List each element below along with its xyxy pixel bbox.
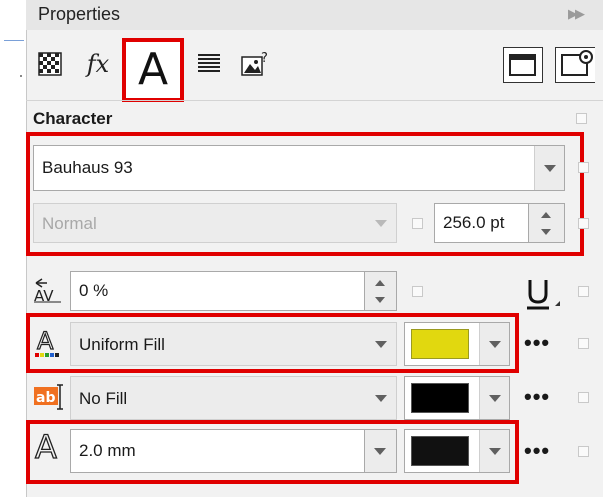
background-fill-dropdown[interactable]: No Fill bbox=[70, 376, 397, 420]
font-size-checkbox[interactable] bbox=[578, 218, 589, 229]
font-size-stepper[interactable] bbox=[529, 203, 565, 243]
docker-title: Properties bbox=[38, 4, 121, 24]
chevron-down-icon[interactable] bbox=[479, 323, 509, 365]
paragraph-lines-icon[interactable] bbox=[190, 40, 228, 88]
tab-character[interactable]: A bbox=[122, 38, 184, 102]
svg-text:A: A bbox=[37, 327, 54, 355]
font-family-value: Bauhaus 93 bbox=[42, 158, 133, 177]
svg-text:?: ? bbox=[261, 51, 268, 66]
image-question-icon[interactable]: ? bbox=[234, 40, 278, 88]
outline-color-picker[interactable] bbox=[404, 429, 510, 473]
fill-more-button[interactable]: ••• bbox=[524, 332, 550, 354]
chevron-down-icon[interactable] bbox=[479, 430, 509, 472]
double-chevron-right-icon[interactable]: ▶▶ bbox=[568, 6, 585, 22]
underline-checkbox[interactable] bbox=[578, 286, 589, 297]
section-heading: Character bbox=[33, 109, 113, 128]
svg-text:AV: AV bbox=[34, 287, 54, 303]
chevron-down-icon[interactable] bbox=[366, 377, 396, 419]
svg-text:A: A bbox=[35, 428, 57, 464]
font-style-dropdown[interactable]: Normal bbox=[33, 203, 397, 243]
window-frame-icon[interactable] bbox=[503, 47, 543, 83]
outline-more-button[interactable]: ••• bbox=[524, 440, 550, 462]
chevron-down-icon[interactable] bbox=[479, 377, 509, 419]
chevron-down-icon[interactable] bbox=[366, 204, 396, 242]
svg-text:ab: ab bbox=[36, 390, 55, 406]
chevron-down-icon[interactable] bbox=[366, 323, 396, 365]
chevron-down-icon[interactable] bbox=[364, 430, 396, 472]
background-fill-value: No Fill bbox=[79, 389, 128, 408]
background-fill-icon: ab bbox=[33, 382, 63, 412]
kerning-value: 0 % bbox=[79, 281, 109, 300]
outline-color-swatch bbox=[411, 436, 469, 466]
font-family-lock-checkbox[interactable] bbox=[578, 162, 589, 173]
texture-icon[interactable] bbox=[30, 40, 70, 88]
fill-type-value: Uniform Fill bbox=[79, 335, 165, 354]
outline-checkbox[interactable] bbox=[578, 446, 589, 457]
font-style-value: Normal bbox=[42, 214, 97, 233]
fx-icon[interactable]: fx bbox=[76, 40, 120, 88]
background-more-button[interactable]: ••• bbox=[524, 386, 550, 408]
text-fill-icon: A bbox=[33, 325, 63, 359]
outline-width-input[interactable]: 2.0 mm bbox=[70, 429, 365, 473]
section-checkbox[interactable] bbox=[576, 113, 587, 124]
background-color-swatch bbox=[411, 383, 469, 413]
background-checkbox[interactable] bbox=[578, 392, 589, 403]
object-styles-icon[interactable] bbox=[555, 47, 595, 83]
outline-width-dropdown[interactable] bbox=[365, 429, 397, 473]
fill-type-dropdown[interactable]: Uniform Fill bbox=[70, 322, 397, 366]
outline-width-value: 2.0 mm bbox=[79, 441, 136, 460]
background-color-picker[interactable] bbox=[404, 376, 510, 420]
kerning-input[interactable]: 0 % bbox=[70, 271, 365, 311]
font-family-dropdown[interactable]: Bauhaus 93 bbox=[33, 145, 565, 191]
chevron-down-icon[interactable] bbox=[534, 146, 564, 190]
text-outline-icon: A bbox=[33, 427, 65, 466]
kerning-stepper[interactable] bbox=[365, 271, 397, 311]
toolbar-divider bbox=[26, 100, 603, 101]
left-edge-strip bbox=[0, 0, 26, 497]
stepper-up-icon[interactable] bbox=[541, 212, 551, 218]
fill-checkbox[interactable] bbox=[578, 338, 589, 349]
stepper-down-icon[interactable] bbox=[375, 297, 385, 303]
font-size-value: 256.0 pt bbox=[443, 213, 505, 232]
font-style-checkbox[interactable] bbox=[412, 218, 423, 229]
character-A-icon: A bbox=[137, 44, 169, 95]
stepper-up-icon[interactable] bbox=[375, 280, 385, 286]
stepper-down-icon[interactable] bbox=[541, 229, 551, 235]
fill-color-swatch bbox=[411, 329, 469, 359]
fill-color-picker[interactable] bbox=[404, 322, 510, 366]
underline-icon[interactable] bbox=[525, 276, 561, 312]
font-size-input[interactable]: 256.0 pt bbox=[434, 203, 529, 243]
kerning-checkbox[interactable] bbox=[412, 286, 423, 297]
kerning-icon: AV bbox=[33, 277, 63, 305]
